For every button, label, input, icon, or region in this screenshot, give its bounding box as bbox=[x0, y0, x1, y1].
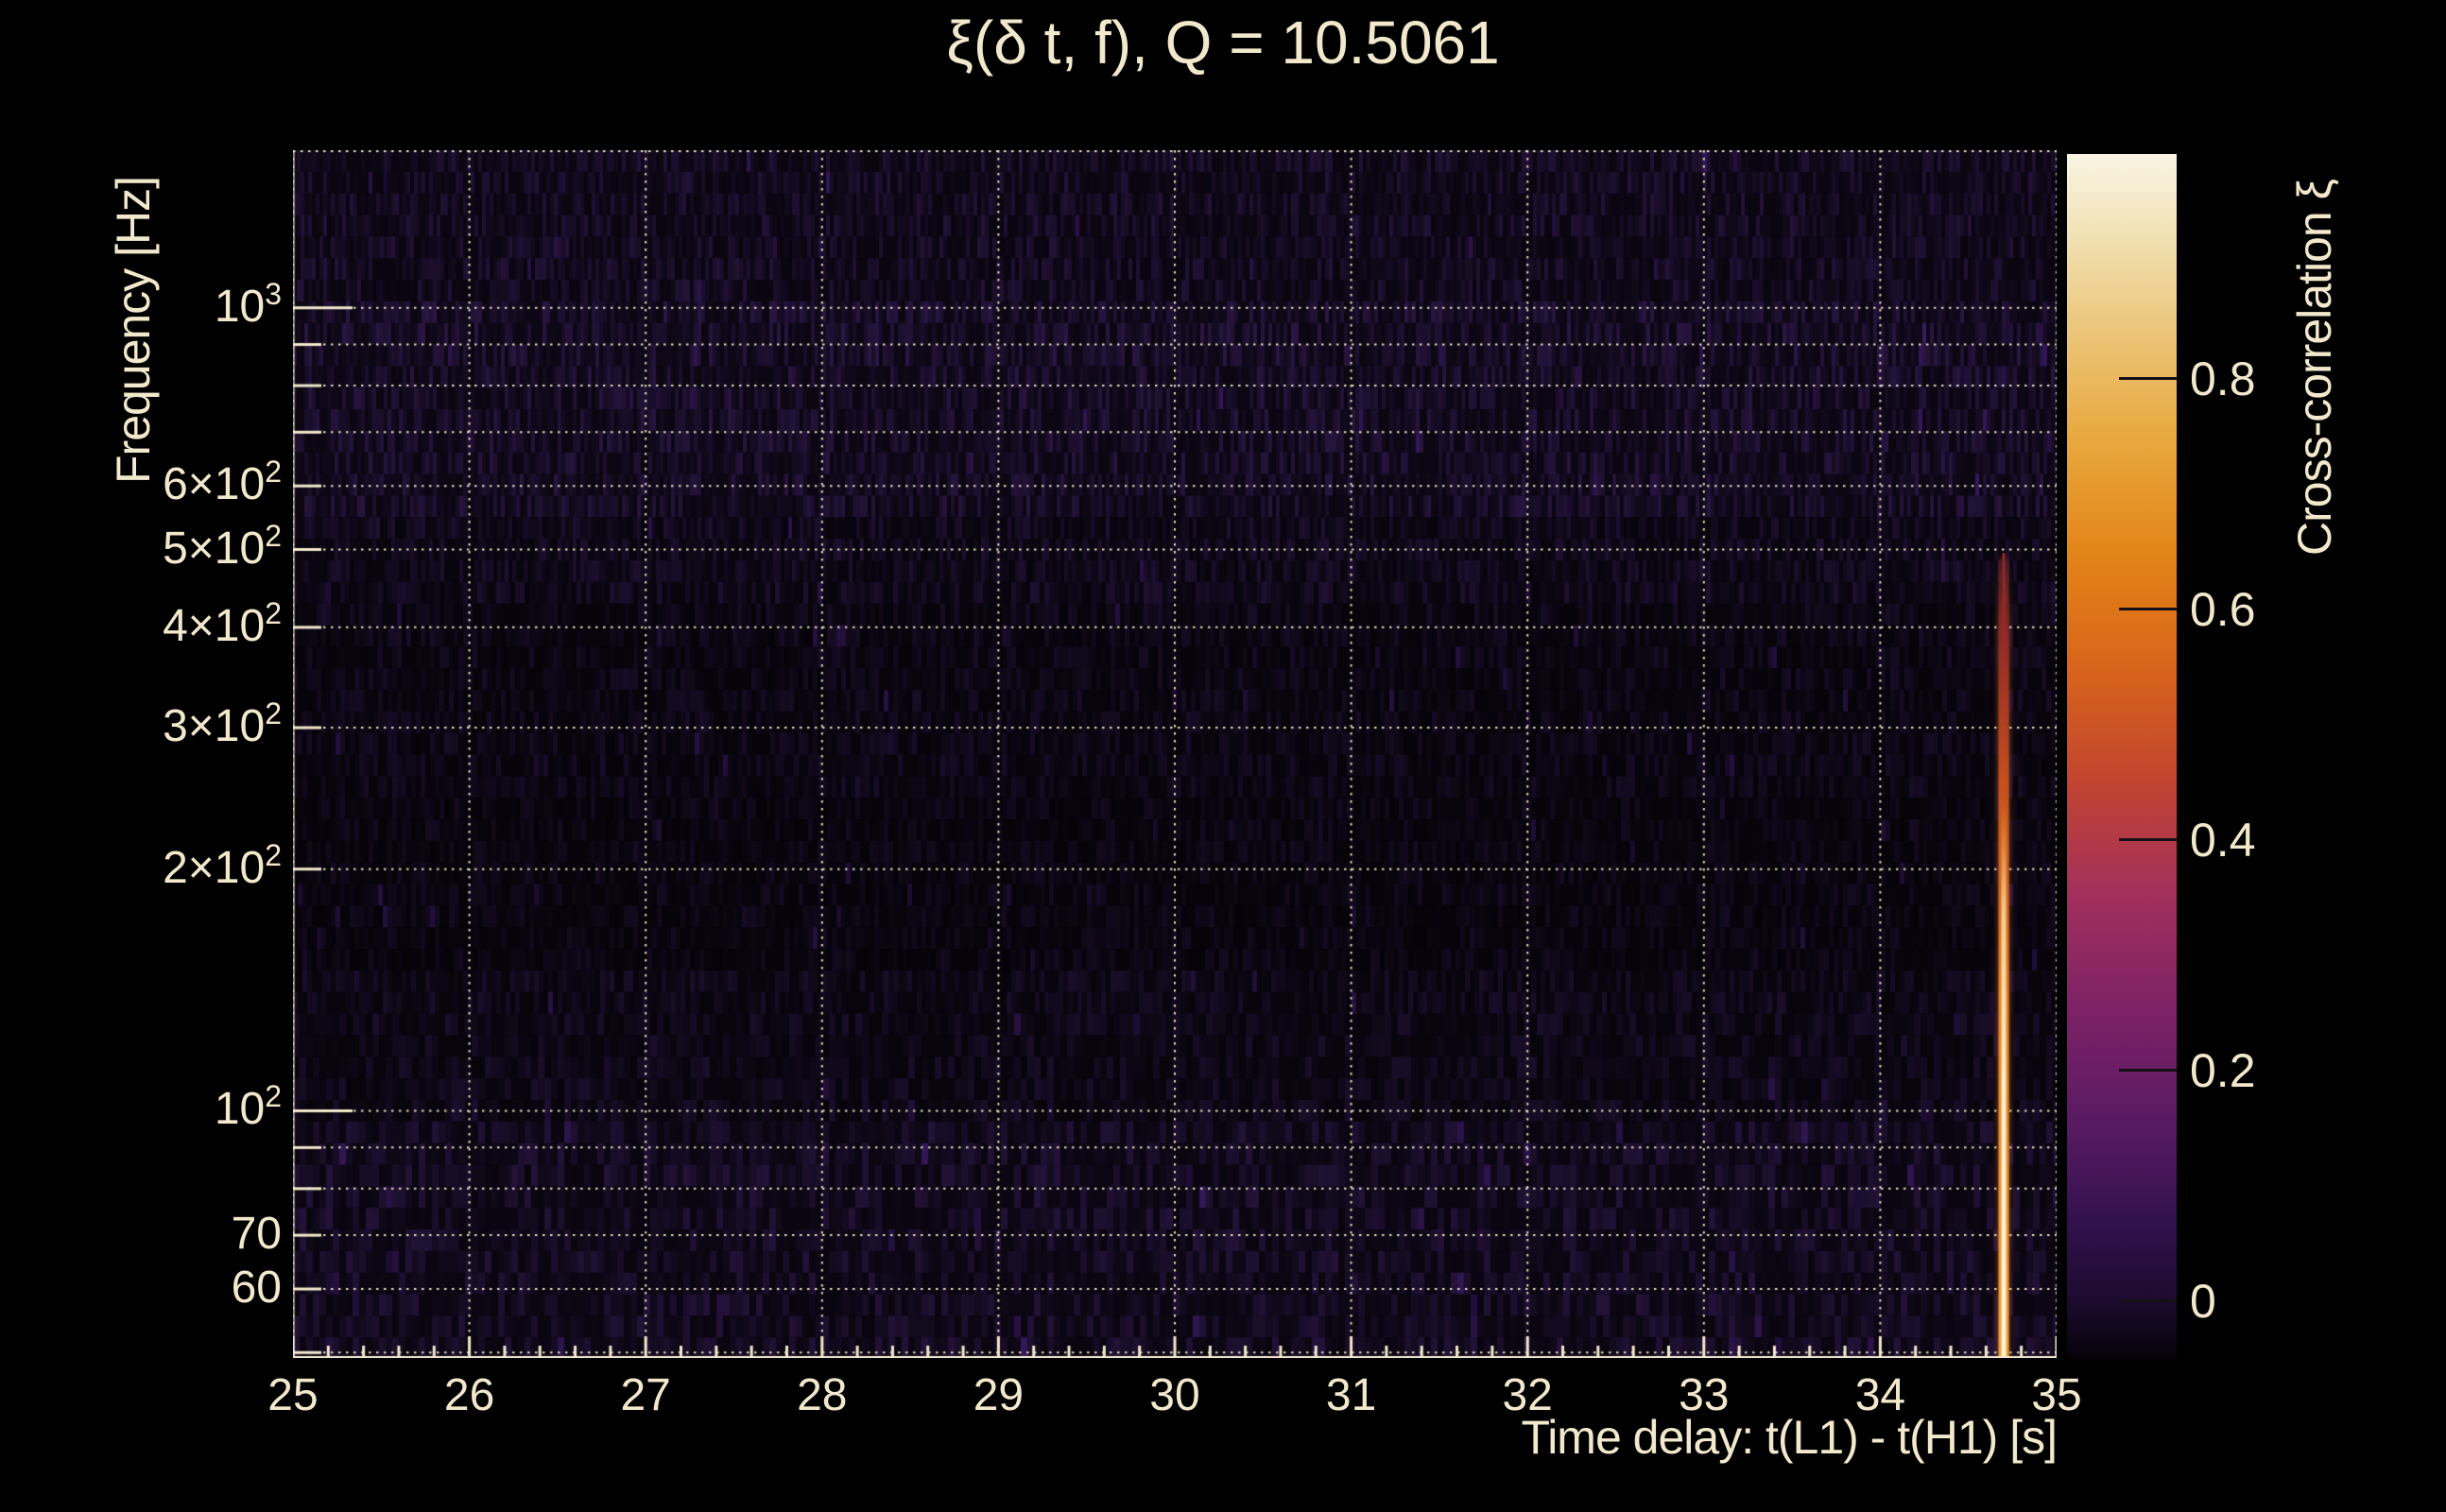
x-tick-label-29: 29 bbox=[973, 1370, 1025, 1420]
colorbar-tick-0.8 bbox=[2119, 377, 2177, 381]
colorbar-gradient bbox=[2067, 154, 2177, 1359]
y-tick-label-100: 102 bbox=[214, 1079, 282, 1135]
colorbar-title: Cross-correlation ξ bbox=[2288, 180, 2341, 556]
colorbar-tick-label-0.2: 0.2 bbox=[2190, 1043, 2256, 1097]
x-tick-label-30: 30 bbox=[1149, 1370, 1200, 1420]
y-tick-label-70: 70 bbox=[231, 1209, 282, 1260]
colorbar-tick-label-0.4: 0.4 bbox=[2190, 813, 2256, 867]
spectrogram-figure: ξ(δ t, f), Q = 10.5061 Frequency [Hz] 10… bbox=[0, 0, 2446, 1512]
colorbar-tick-0 bbox=[2119, 1299, 2177, 1303]
colorbar-tick-0.6 bbox=[2119, 608, 2177, 611]
y-tick-label-1000: 103 bbox=[214, 276, 282, 332]
heatmap-plot-area bbox=[293, 150, 2057, 1358]
x-tick-label-26: 26 bbox=[443, 1370, 495, 1420]
colorbar-tick-label-0.6: 0.6 bbox=[2190, 582, 2256, 636]
y-tick-label-400: 4×102 bbox=[163, 595, 282, 651]
y-tick-label-600: 6×102 bbox=[163, 455, 282, 510]
x-tick-label-28: 28 bbox=[797, 1370, 848, 1420]
figure-title: ξ(δ t, f), Q = 10.5061 bbox=[946, 9, 1500, 77]
colorbar-tick-0.2 bbox=[2119, 1069, 2177, 1073]
colorbar-tick-0.4 bbox=[2119, 838, 2177, 842]
y-tick-label-200: 2×102 bbox=[163, 837, 282, 893]
x-tick-label-27: 27 bbox=[620, 1370, 671, 1420]
y-tick-label-500: 5×102 bbox=[163, 518, 282, 574]
x-tick-label-25: 25 bbox=[267, 1370, 319, 1420]
x-tick-label-31: 31 bbox=[1325, 1370, 1377, 1420]
y-tick-label-60: 60 bbox=[231, 1263, 282, 1313]
x-axis-title: Time delay: t(L1) - t(H1) [s] bbox=[1521, 1411, 2058, 1464]
colorbar-tick-label-0: 0 bbox=[2190, 1274, 2216, 1328]
colorbar-tick-label-0.8: 0.8 bbox=[2190, 352, 2256, 405]
y-tick-label-300: 3×102 bbox=[163, 696, 282, 752]
